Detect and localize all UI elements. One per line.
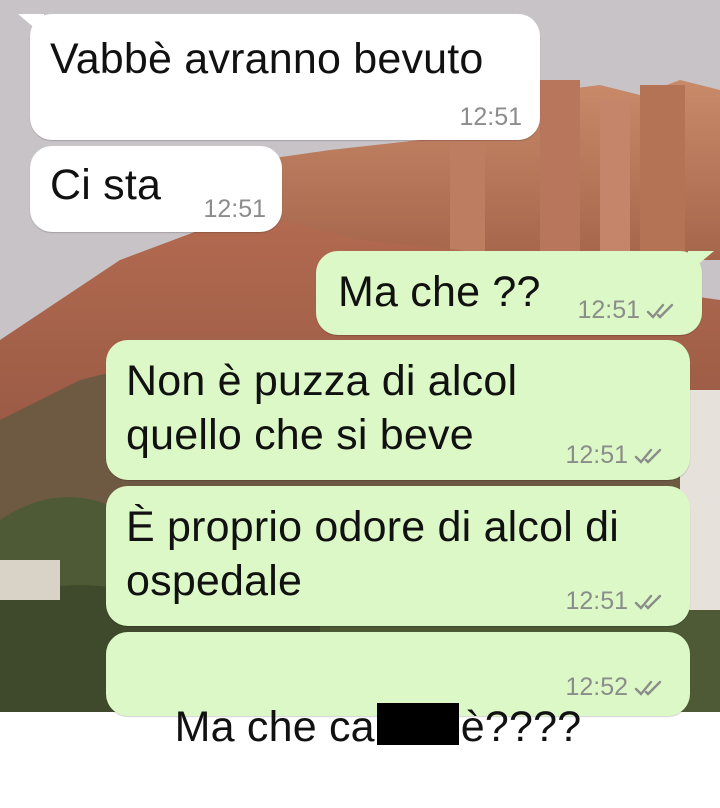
bubble-tail (688, 251, 714, 273)
message-text: Ma che ?? (338, 268, 541, 316)
message-text-start: Ma che ca (174, 703, 375, 751)
message-text: Non è puzza di alcol quello che si beve (126, 357, 518, 459)
message-text-end: è???? (460, 703, 582, 751)
message-bubble-outgoing[interactable]: È proprio odore di alcol di ospedale 12:… (106, 486, 690, 626)
message-text: Ci sta (50, 161, 162, 209)
timestamp: 12:51 (577, 296, 640, 324)
message-time: 12:51 (565, 441, 668, 470)
bubble-tail (18, 14, 44, 36)
message-bubble-outgoing[interactable]: Ma che ?? 12:51 (316, 251, 714, 335)
message-time: 12:51 (577, 296, 680, 325)
timestamp: 12:51 (459, 103, 522, 131)
double-check-icon (646, 303, 674, 319)
timestamp: 12:52 (565, 673, 628, 701)
double-check-icon (634, 448, 662, 464)
message-time: 12:51 (203, 195, 266, 224)
message-time: 12:51 (459, 103, 522, 132)
message-bubble-outgoing[interactable]: Non è puzza di alcol quello che si beve … (106, 340, 690, 480)
message-bubble-incoming[interactable]: Ci sta 12:51 (30, 146, 282, 232)
message-text: Ma che ca è???? (126, 646, 581, 808)
message-text: È proprio odore di alcol di ospedale (126, 503, 620, 605)
double-check-icon (634, 680, 662, 696)
redaction-box (376, 703, 459, 745)
message-time: 12:52 (565, 673, 668, 702)
message-text: Vabbè avranno bevuto (50, 35, 484, 83)
timestamp: 12:51 (565, 441, 628, 469)
timestamp: 12:51 (565, 587, 628, 615)
message-bubble-outgoing[interactable]: Ma che ca è???? 12:52 (106, 632, 690, 751)
double-check-icon (634, 594, 662, 610)
timestamp: 12:51 (203, 195, 266, 223)
message-time: 12:51 (565, 587, 668, 616)
message-bubble-incoming[interactable]: Vabbè avranno bevuto 12:51 (18, 14, 540, 140)
